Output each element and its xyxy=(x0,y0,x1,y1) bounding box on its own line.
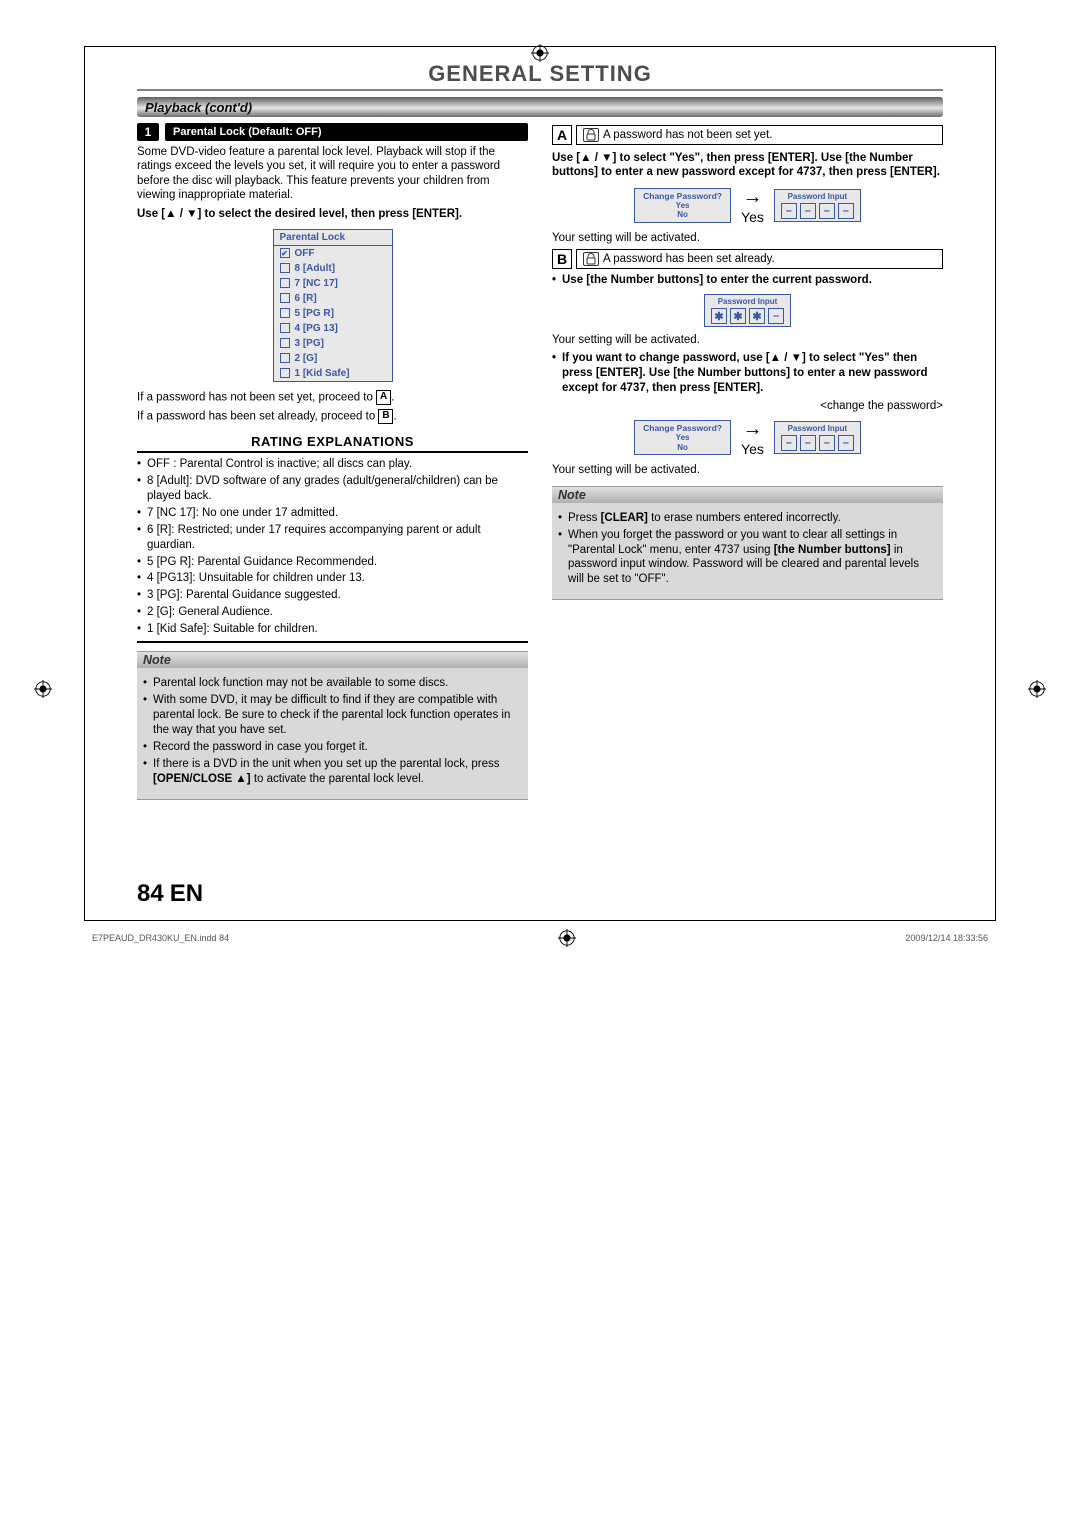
pw-field: – xyxy=(819,203,835,219)
change-instruction: If you want to change password, use [▲ /… xyxy=(552,351,943,396)
rating-item: 5 [PG R]: Parental Guidance Recommended. xyxy=(137,555,528,570)
crop-mark-left xyxy=(34,680,52,698)
proceed-b: If a password has been set already, proc… xyxy=(137,409,528,424)
page-lang: EN xyxy=(170,880,203,908)
block-a-instruction: Use [▲ / ▼] to select "Yes", then press … xyxy=(552,151,943,180)
note-item: With some DVD, it may be difficult to fi… xyxy=(143,693,522,738)
block-a-letter: A xyxy=(552,125,572,145)
pw-field: ✱ xyxy=(711,308,727,324)
intro-text: Some DVD-video feature a parental lock l… xyxy=(137,145,528,203)
note-body: Parental lock function may not be availa… xyxy=(137,668,528,800)
ratings-list: OFF : Parental Control is inactive; all … xyxy=(137,457,528,637)
left-column: 1 Parental Lock (Default: OFF) Some DVD-… xyxy=(137,123,528,800)
pw-field: ✱ xyxy=(749,308,765,324)
menu-item-off: ✔OFF xyxy=(274,246,392,261)
inline-letter-b: B xyxy=(378,409,393,424)
proceed-a: If a password has not been set yet, proc… xyxy=(137,390,528,405)
instruction-text: Use [▲ / ▼] to select the desired level,… xyxy=(137,207,528,221)
password-input-box: Password Input – – – – xyxy=(774,189,861,222)
parental-lock-menu: Parental Lock ✔OFF 8 [Adult] 7 [NC 17] 6… xyxy=(273,229,393,382)
pw-field: – xyxy=(800,203,816,219)
pw-field: – xyxy=(768,308,784,324)
rating-item: 6 [R]: Restricted; under 17 requires acc… xyxy=(137,523,528,553)
footer-date: 2009/12/14 18:33:56 xyxy=(905,933,988,943)
step-label: Parental Lock (Default: OFF) xyxy=(165,123,528,141)
rating-item: OFF : Parental Control is inactive; all … xyxy=(137,457,528,472)
change-password-dialog: Change Password? Yes No xyxy=(634,420,731,455)
title-rule xyxy=(137,89,943,91)
inline-letter-a: A xyxy=(376,390,391,405)
note-title: Note xyxy=(552,486,943,503)
crop-mark-right xyxy=(1028,680,1046,698)
menu-item: 4 [PG 13] xyxy=(274,321,392,336)
arrow-icon: → xyxy=(742,418,762,441)
pw-field: – xyxy=(838,203,854,219)
block-b-instruction: Use [the Number buttons] to enter the cu… xyxy=(552,273,943,288)
menu-item: 2 [G] xyxy=(274,351,392,366)
block-a-box: A password has not been set yet. xyxy=(576,125,943,145)
page-title: GENERAL SETTING xyxy=(137,61,943,87)
print-footer: E7PEAUD_DR430KU_EN.indd 84 2009/12/14 18… xyxy=(84,927,996,949)
arrow-label: Yes xyxy=(741,441,764,457)
note-body: Press [CLEAR] to erase numbers entered i… xyxy=(552,503,943,601)
rating-item: 3 [PG]: Parental Guidance suggested. xyxy=(137,588,528,603)
menu-item: 5 [PG R] xyxy=(274,306,392,321)
pw-field: – xyxy=(838,435,854,451)
menu-title: Parental Lock xyxy=(274,230,392,246)
right-column: A A password has not been set yet. Use [… xyxy=(552,123,943,800)
diagram-change: Change Password? Yes No → Yes Password I… xyxy=(552,418,943,457)
note-title: Note xyxy=(137,651,528,668)
rating-item: 1 [Kid Safe]: Suitable for children. xyxy=(137,622,528,637)
block-b-box: A password has been set already. xyxy=(576,249,943,269)
arrow-label: Yes xyxy=(741,209,764,225)
lock-icon xyxy=(583,128,599,142)
crop-mark-top xyxy=(531,44,549,62)
page-footer: 84 EN xyxy=(137,800,943,908)
note-item: Record the password in case you forget i… xyxy=(143,740,522,755)
block-a-after: Your setting will be activated. xyxy=(552,231,943,245)
section-bar: Playback (cont'd) xyxy=(137,97,943,117)
change-password-dialog: Change Password? Yes No xyxy=(634,188,731,223)
block-b-after: Your setting will be activated. xyxy=(552,333,943,347)
rating-item: 7 [NC 17]: No one under 17 admitted. xyxy=(137,506,528,521)
pw-field: ✱ xyxy=(730,308,746,324)
page-border: GENERAL SETTING Playback (cont'd) 1 Pare… xyxy=(84,46,996,921)
note-item: When you forget the password or you want… xyxy=(558,528,937,588)
password-input-box: Password Input ✱ ✱ ✱ – xyxy=(704,294,791,327)
change-after: Your setting will be activated. xyxy=(552,463,943,477)
diagram-b: Password Input ✱ ✱ ✱ – xyxy=(552,294,943,327)
pw-field: – xyxy=(819,435,835,451)
page-number: 84 xyxy=(137,880,164,908)
pw-field: – xyxy=(800,435,816,451)
note-item: Parental lock function may not be availa… xyxy=(143,676,522,691)
lock-icon xyxy=(583,252,599,266)
note-item: If there is a DVD in the unit when you s… xyxy=(143,757,522,787)
menu-item: 8 [Adult] xyxy=(274,261,392,276)
rating-item: 2 [G]: General Audience. xyxy=(137,605,528,620)
menu-item: 6 [R] xyxy=(274,291,392,306)
footer-file: E7PEAUD_DR430KU_EN.indd 84 xyxy=(92,933,229,943)
note-item: Press [CLEAR] to erase numbers entered i… xyxy=(558,511,937,526)
change-caption: <change the password> xyxy=(552,400,943,412)
menu-item: 3 [PG] xyxy=(274,336,392,351)
step-number: 1 xyxy=(137,123,159,141)
menu-item: 7 [NC 17] xyxy=(274,276,392,291)
rating-item: 8 [Adult]: DVD software of any grades (a… xyxy=(137,474,528,504)
block-b-letter: B xyxy=(552,249,572,269)
crop-mark-bottom xyxy=(558,929,576,947)
section-bar-label: Playback (cont'd) xyxy=(145,100,252,115)
arrow-icon: → xyxy=(742,186,762,209)
menu-item: 1 [Kid Safe] xyxy=(274,366,392,381)
pw-field: – xyxy=(781,435,797,451)
diagram-a: Change Password? Yes No → Yes Password I… xyxy=(552,186,943,225)
rating-item: 4 [PG13]: Unsuitable for children under … xyxy=(137,571,528,586)
password-input-box: Password Input – – – – xyxy=(774,421,861,454)
ratings-heading: RATING EXPLANATIONS xyxy=(137,434,528,453)
pw-field: – xyxy=(781,203,797,219)
